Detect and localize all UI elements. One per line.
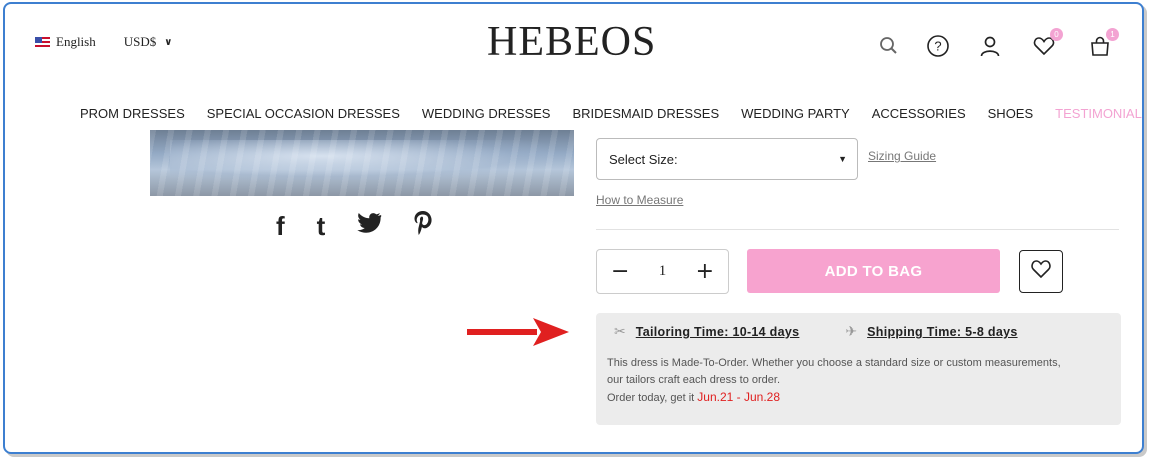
product-image[interactable] — [150, 130, 574, 196]
currency-selector[interactable]: USD$ ∨ — [124, 34, 173, 50]
flag-us-icon — [35, 36, 50, 48]
facebook-icon[interactable]: f — [276, 213, 285, 239]
user-icon[interactable] — [978, 34, 1002, 58]
sizing-guide-link[interactable]: Sizing Guide — [868, 149, 936, 163]
locale-selector[interactable]: English USD$ ∨ — [35, 34, 172, 50]
currency-label: USD$ — [123, 34, 157, 49]
quantity-value[interactable]: 1 — [659, 263, 667, 280]
decrease-quantity-button[interactable]: − — [611, 260, 629, 283]
add-to-bag-button[interactable]: ADD TO BAG — [747, 249, 1000, 293]
shipping-time[interactable]: ✈ Shipping Time: 5-8 days — [845, 324, 1017, 340]
nav-item-bridesmaid-dresses[interactable]: BRIDESMAID DRESSES — [572, 106, 719, 121]
nav-item-wedding-party[interactable]: WEDDING PARTY — [741, 106, 850, 121]
order-estimate: Order today, get it Jun.21 - Jun.28 — [607, 389, 1112, 407]
wishlist-heart-icon[interactable]: 0 — [1032, 28, 1063, 58]
nav-item-shoes[interactable]: SHOES — [988, 106, 1034, 121]
size-select[interactable]: Select Size: ▼ — [596, 138, 858, 180]
arrow-right-icon — [463, 312, 573, 357]
increase-quantity-button[interactable]: + — [696, 260, 714, 283]
made-to-order-description: This dress is Made-To-Order. Whether you… — [607, 355, 1112, 407]
how-to-measure-link[interactable]: How to Measure — [596, 193, 683, 207]
tailoring-time[interactable]: ✂ Tailoring Time: 10-14 days — [614, 324, 799, 340]
tailoring-time-label[interactable]: Tailoring Time: 10-14 days — [636, 325, 800, 339]
scissors-icon: ✂ — [614, 324, 626, 340]
order-estimate-prefix: Order today, get it — [607, 392, 698, 404]
quantity-stepper[interactable]: − 1 + — [596, 249, 729, 294]
header-icons: ? 0 1 — [878, 28, 1119, 58]
heart-icon — [1030, 259, 1052, 284]
language-label[interactable]: English — [56, 34, 96, 50]
delivery-info-box: ✂ Tailoring Time: 10-14 days ✈ Shipping … — [596, 313, 1121, 425]
bag-icon[interactable]: 1 — [1088, 28, 1119, 58]
delivery-dates: Jun.21 - Jun.28 — [697, 390, 781, 404]
wishlist-count-badge: 0 — [1050, 28, 1063, 41]
nav-item-wedding-dresses[interactable]: WEDDING DRESSES — [422, 106, 551, 121]
divider — [596, 229, 1119, 230]
pinterest-icon[interactable] — [413, 210, 433, 241]
help-icon[interactable]: ? — [926, 34, 950, 58]
size-select-value: Select Size: — [609, 151, 678, 167]
nav-item-testimonials[interactable]: TESTIMONIALS — [1055, 106, 1142, 121]
svg-text:?: ? — [934, 39, 941, 54]
main-nav: PROM DRESSES SPECIAL OCCASION DRESSES WE… — [80, 106, 1142, 121]
chevron-down-icon: ∨ — [164, 36, 173, 48]
bag-count-badge: 1 — [1106, 28, 1119, 41]
nav-item-special-occasion[interactable]: SPECIAL OCCASION DRESSES — [207, 106, 400, 121]
twitter-icon[interactable] — [357, 212, 383, 239]
shipping-time-label[interactable]: Shipping Time: 5-8 days — [867, 325, 1017, 339]
add-to-wishlist-button[interactable] — [1019, 250, 1063, 293]
delivery-times: ✂ Tailoring Time: 10-14 days ✈ Shipping … — [614, 324, 1018, 340]
search-icon[interactable] — [878, 35, 900, 57]
description-line-2: our tailors craft each dress to order. — [607, 374, 781, 386]
social-share: f t — [276, 210, 433, 241]
site-logo[interactable]: HEBEOS — [487, 18, 656, 66]
nav-item-accessories[interactable]: ACCESSORIES — [872, 106, 966, 121]
nav-item-prom-dresses[interactable]: PROM DRESSES — [80, 106, 185, 121]
description-line-1: This dress is Made-To-Order. Whether you… — [607, 357, 1061, 369]
plane-icon: ✈ — [845, 324, 858, 340]
tumblr-icon[interactable]: t — [317, 213, 326, 239]
chevron-down-icon: ▼ — [838, 154, 847, 164]
